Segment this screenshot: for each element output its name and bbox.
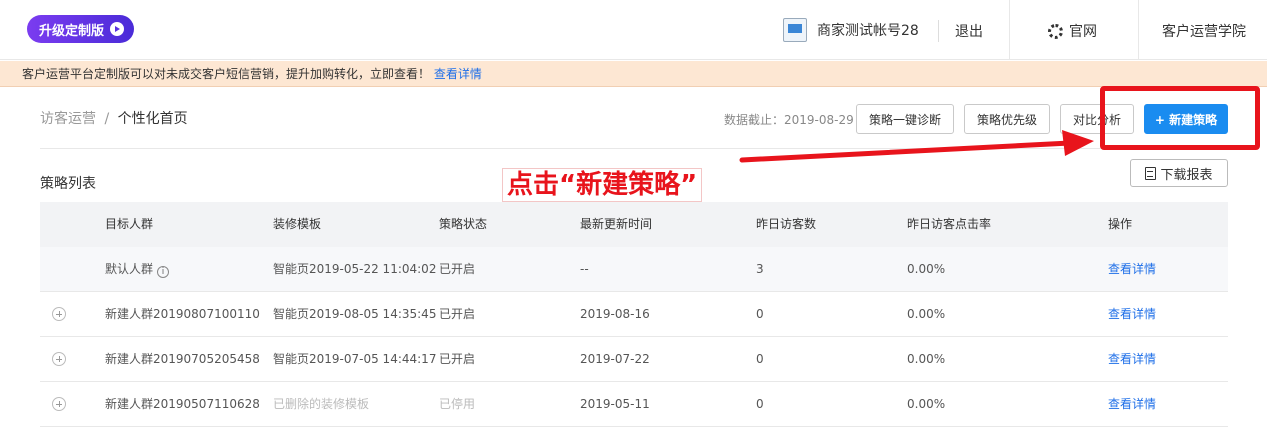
annotation-arrow-icon bbox=[739, 130, 1094, 163]
annotation-text: 点击“新建策略” bbox=[502, 168, 703, 202]
